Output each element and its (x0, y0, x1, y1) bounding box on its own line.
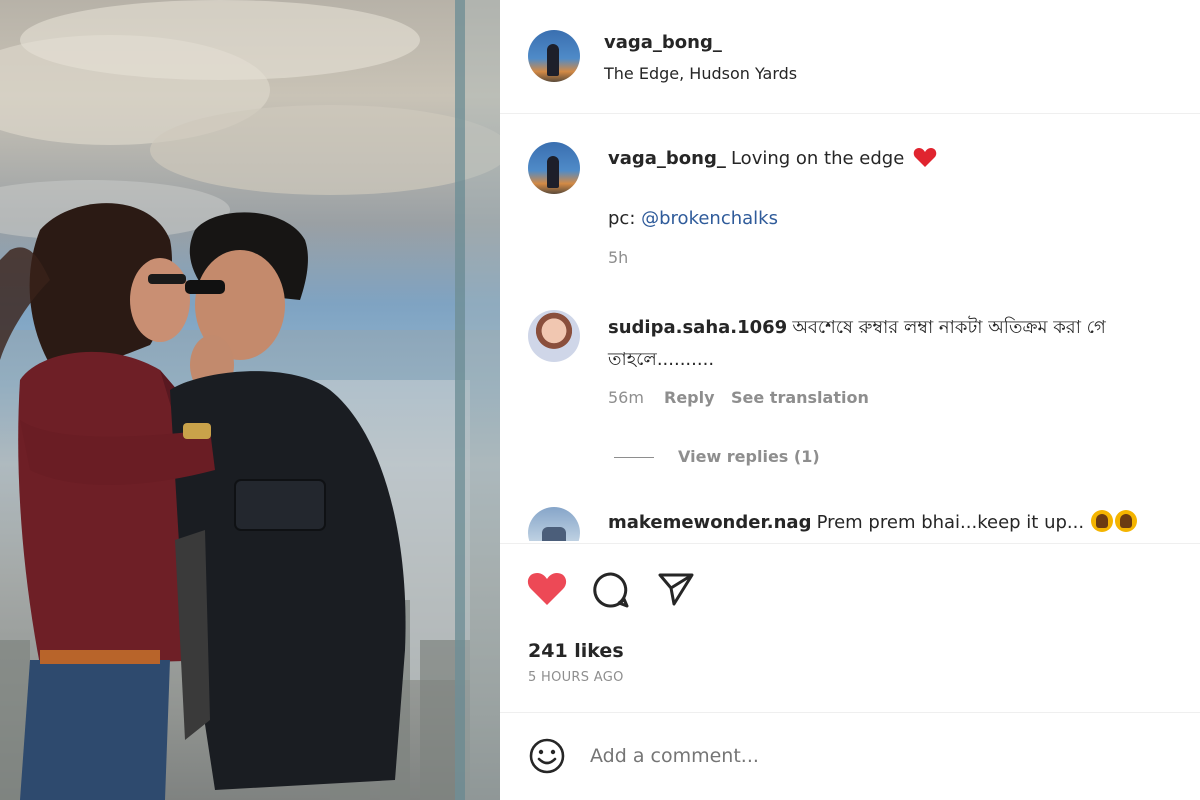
red-heart-emoji-icon (914, 148, 937, 167)
comment-makemewonder: makemewonder.nag Prem prem bhai...keep i… (528, 505, 1200, 541)
credit-mention-link[interactable]: @brokenchalks (641, 208, 778, 229)
caption-line: vaga_bong_ Loving on the edge (608, 146, 937, 169)
comment-sudipa-line2: তাহলে.......... (608, 349, 715, 370)
shy-face-emoji-icon (1091, 510, 1114, 532)
comment-username[interactable]: makemewonder.nag (608, 512, 811, 533)
post-photo[interactable] (0, 0, 500, 800)
author-username[interactable]: vaga_bong_ (604, 32, 722, 53)
comment-text: Prem prem bhai...keep it up... (816, 512, 1085, 533)
comment-sudipa-line1: sudipa.saha.1069 অবশেষে রুম্বার লম্বা না… (608, 313, 1200, 344)
view-replies-divider (614, 457, 654, 458)
comment-avatar-sudipa[interactable] (528, 310, 580, 362)
reply-button[interactable]: Reply (664, 388, 715, 407)
share-icon[interactable] (657, 571, 695, 607)
view-replies-button[interactable]: View replies (1) (678, 447, 820, 466)
caption-credit: pc: @brokenchalks (608, 208, 778, 229)
caption-time: 5h (608, 248, 629, 267)
post-timestamp: 5 HOURS AGO (528, 670, 624, 685)
author-avatar[interactable] (528, 30, 580, 82)
post-location[interactable]: The Edge, Hudson Yards (604, 64, 797, 83)
actions-divider (500, 543, 1200, 544)
add-comment-input[interactable] (590, 740, 1150, 772)
heart-icon[interactable] (527, 571, 567, 607)
caption-username[interactable]: vaga_bong_ (608, 148, 726, 169)
comment-time: 56m (608, 388, 644, 407)
credit-prefix: pc: (608, 208, 636, 229)
photo-illustration (0, 0, 500, 800)
comment-icon[interactable] (592, 571, 630, 609)
emoji-icon[interactable] (528, 737, 566, 775)
comment-text: অবশেষে রুম্বার লম্বা নাকটা অতিক্রম করা গ… (792, 317, 1106, 338)
see-translation-link[interactable]: See translation (731, 388, 869, 407)
comment-makemewonder-line: makemewonder.nag Prem prem bhai...keep i… (608, 510, 1138, 533)
composer-divider (500, 712, 1200, 713)
comment-avatar-makemewonder[interactable] (528, 507, 580, 541)
post-header: vaga_bong_ The Edge, Hudson Yards (500, 0, 1200, 114)
comment-username[interactable]: sudipa.saha.1069 (608, 317, 787, 338)
post-panel: vaga_bong_ The Edge, Hudson Yards vaga_b… (500, 0, 1200, 800)
caption-text: Loving on the edge (730, 148, 905, 169)
shy-face-emoji-icon (1115, 510, 1138, 532)
caption-avatar[interactable] (528, 142, 580, 194)
likes-count[interactable]: 241 likes (528, 640, 624, 662)
